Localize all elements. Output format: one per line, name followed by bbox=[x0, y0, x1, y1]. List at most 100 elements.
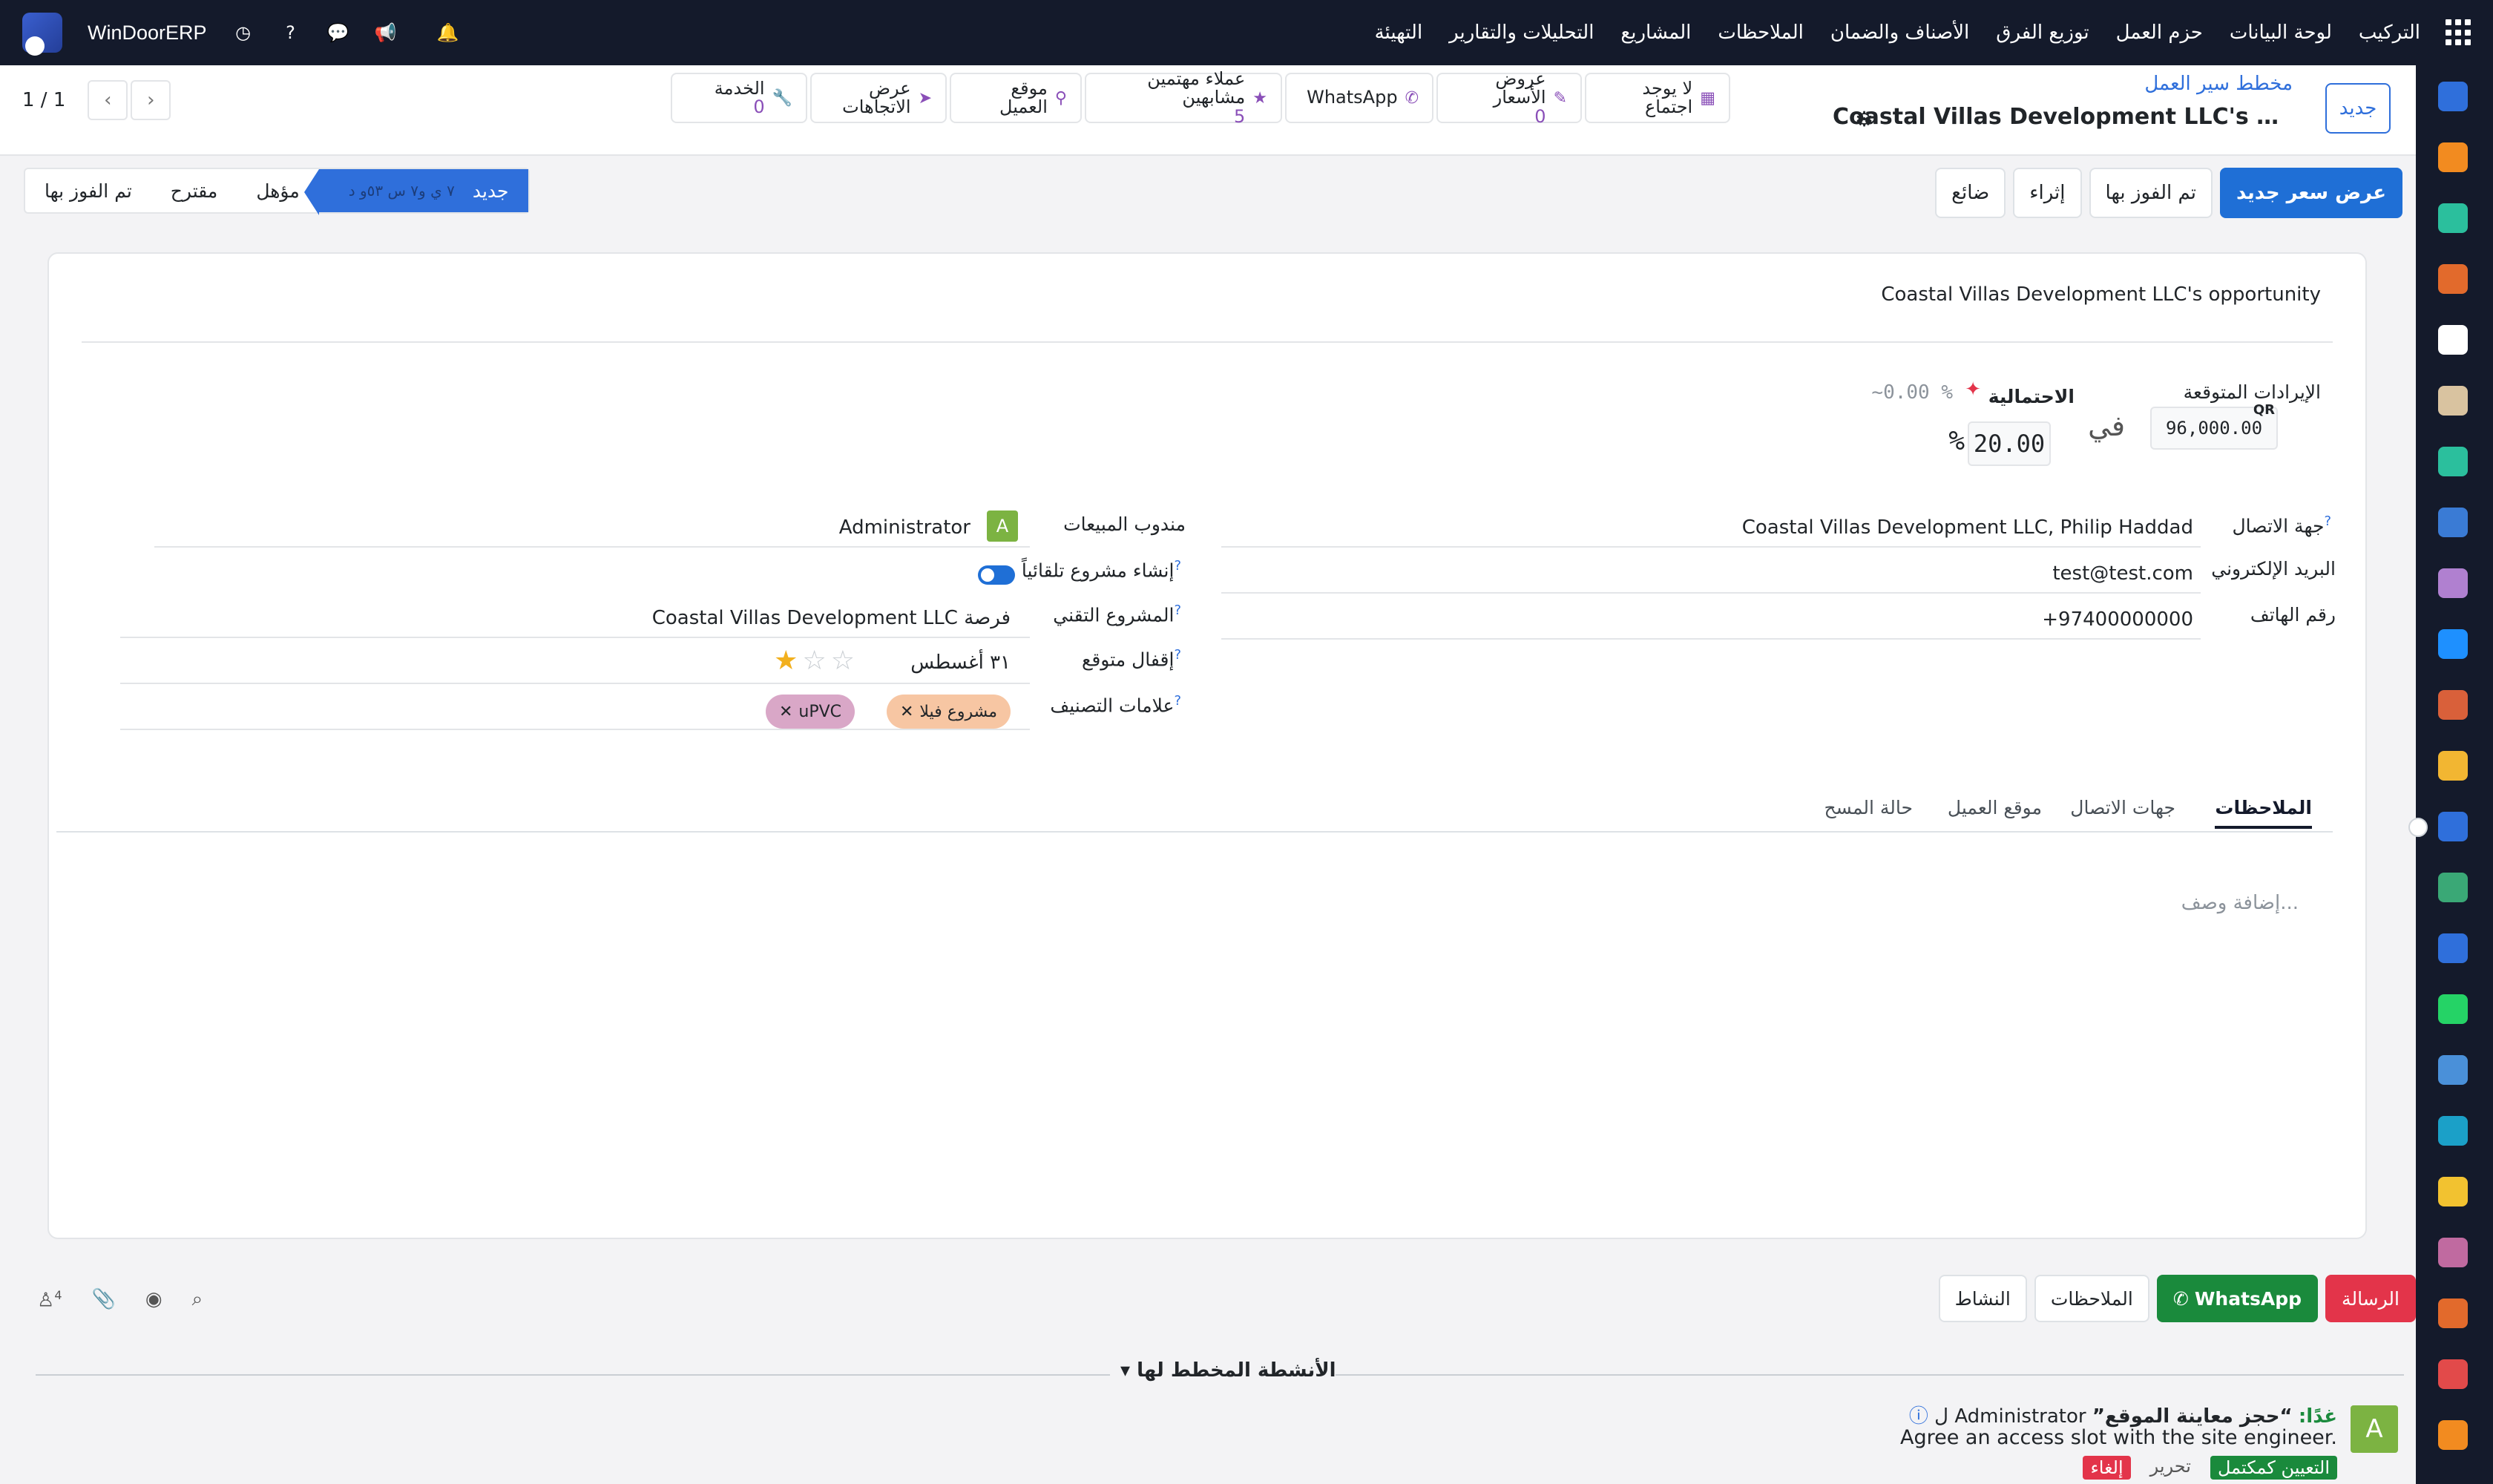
pager-value[interactable]: 1 / 1 bbox=[22, 89, 65, 111]
app-launcher-icon[interactable] bbox=[2438, 812, 2468, 841]
app-launcher-icon[interactable] bbox=[2438, 933, 2468, 963]
info-icon[interactable]: ⓘ bbox=[1909, 1405, 1928, 1428]
chevron-right-icon[interactable]: › bbox=[131, 80, 171, 120]
help-icon[interactable]: ? bbox=[1174, 603, 1181, 618]
app-launcher-icon[interactable] bbox=[2438, 203, 2468, 233]
help-icon[interactable]: ? bbox=[1174, 647, 1181, 663]
company-logo[interactable] bbox=[22, 13, 62, 56]
followers-icon[interactable]: ♙4 bbox=[37, 1288, 62, 1312]
menu-item-items-warranty[interactable]: الأصناف والضمان bbox=[1830, 22, 1969, 44]
email-value[interactable]: test@test.com bbox=[2052, 562, 2193, 585]
tag-villa-project[interactable]: ✕ مشروع فيلا bbox=[886, 695, 1011, 729]
whatsapp-button[interactable]: ✆ WhatsApp bbox=[2156, 1275, 2319, 1322]
app-launcher-icon[interactable] bbox=[2438, 1238, 2468, 1267]
tab-contacts[interactable]: جهات الاتصال bbox=[2070, 797, 2175, 818]
cancel-activity-button[interactable]: إلغاء bbox=[2083, 1456, 2131, 1480]
expected-close-value[interactable]: ٣١ أغسطس bbox=[910, 651, 1011, 674]
help-icon[interactable]: ? bbox=[2324, 513, 2331, 529]
service-smart-button[interactable]: 🔧 الخدمة 0 bbox=[671, 73, 807, 123]
probability-field[interactable]: 20.00 bbox=[1968, 421, 2051, 466]
app-launcher-icon[interactable] bbox=[2438, 1055, 2468, 1085]
menu-item-work-packages[interactable]: حزم العمل bbox=[2116, 22, 2203, 44]
sidebar-collapse-handle[interactable] bbox=[2408, 818, 2428, 837]
search-icon[interactable]: ⌕ bbox=[192, 1288, 203, 1312]
planned-activities-toggle[interactable]: ▾ الأنشطة المخطط لها bbox=[1120, 1359, 1336, 1382]
customer-location-smart-button[interactable]: ⚲ موقع العميل bbox=[950, 73, 1082, 123]
help-icon[interactable]: ? bbox=[1174, 693, 1181, 709]
app-launcher-icon[interactable] bbox=[2438, 82, 2468, 111]
menu-item-analytics[interactable]: التحليلات والتقارير bbox=[1449, 22, 1594, 44]
menu-item-configuration[interactable]: التهيئة bbox=[1375, 22, 1423, 44]
chat-icon[interactable]: 💬 bbox=[327, 22, 349, 44]
phone-value[interactable]: +97400000000 bbox=[2042, 608, 2193, 631]
description-input[interactable]: إضافة وصف... bbox=[2181, 892, 2299, 914]
app-launcher-icon[interactable] bbox=[2438, 873, 2468, 902]
star-empty-icon[interactable]: ☆ bbox=[831, 646, 859, 676]
app-launcher-icon[interactable] bbox=[2438, 447, 2468, 476]
similar-leads-smart-button[interactable]: ★ عملاء مهتمين مشابهين 5 bbox=[1085, 70, 1282, 125]
whatsapp-smart-button[interactable]: ✆ WhatsApp bbox=[1285, 73, 1433, 123]
enrich-button[interactable]: إثراء bbox=[2013, 168, 2082, 218]
tag-remove-icon[interactable]: ✕ bbox=[779, 703, 792, 721]
star-empty-icon[interactable]: ☆ bbox=[802, 646, 830, 676]
menu-item-installation[interactable]: التركيب bbox=[2359, 22, 2420, 44]
eye-icon[interactable]: ◉ bbox=[145, 1288, 162, 1312]
app-launcher-icon[interactable] bbox=[2438, 325, 2468, 355]
new-quotation-button[interactable]: عرض سعر جديد bbox=[2220, 168, 2402, 218]
brand-name[interactable]: WinDoorERP bbox=[88, 22, 207, 45]
menu-item-dashboard[interactable]: لوحة البيانات bbox=[2230, 22, 2332, 44]
app-launcher-icon[interactable] bbox=[2438, 1359, 2468, 1389]
mark-won-button[interactable]: تم الفوز بها bbox=[2089, 168, 2213, 218]
app-launcher-icon[interactable] bbox=[2438, 568, 2468, 598]
quotations-smart-button[interactable]: ✎ عروض الأسعار 0 bbox=[1436, 70, 1582, 125]
activity-button[interactable]: النشاط bbox=[1938, 1275, 2027, 1322]
megaphone-icon[interactable]: 📢 bbox=[375, 22, 397, 44]
apps-grid-icon[interactable] bbox=[2446, 19, 2472, 46]
chevron-left-icon[interactable]: ‹ bbox=[88, 80, 128, 120]
meeting-smart-button[interactable]: ▦ لا يوجد اجتماع bbox=[1585, 73, 1730, 123]
directions-smart-button[interactable]: ➤ عرض الاتجاهات bbox=[810, 73, 947, 123]
stage-new[interactable]: ٧ ي و٧ س ٥٣و د جديد bbox=[303, 169, 528, 215]
stage-proposition[interactable]: مقترح bbox=[151, 169, 237, 212]
clock-icon[interactable]: ◷ bbox=[232, 22, 254, 44]
tag-remove-icon[interactable]: ✕ bbox=[900, 703, 913, 721]
new-record-button[interactable]: جديد bbox=[2325, 83, 2391, 134]
menu-item-notes[interactable]: الملاحظات bbox=[1718, 22, 1804, 44]
paperclip-icon[interactable]: 📎 bbox=[92, 1288, 116, 1312]
gear-icon[interactable]: ⚙ bbox=[1855, 107, 1873, 131]
edit-activity-button[interactable]: تحرير bbox=[2150, 1456, 2191, 1480]
opportunity-name-field[interactable]: Coastal Villas Development LLC's opportu… bbox=[1881, 283, 2321, 306]
tab-notes[interactable]: الملاحظات bbox=[2215, 797, 2312, 829]
tag-upvc[interactable]: ✕ uPVC bbox=[765, 695, 855, 729]
auto-project-toggle[interactable] bbox=[978, 565, 1015, 585]
app-launcher-icon[interactable] bbox=[2438, 1298, 2468, 1328]
app-launcher-icon[interactable] bbox=[2438, 508, 2468, 537]
contact-value[interactable]: Coastal Villas Development LLC, Philip H… bbox=[1742, 516, 2193, 539]
star-filled-icon[interactable]: ★ bbox=[774, 646, 802, 676]
help-icon[interactable]: ? bbox=[280, 22, 302, 44]
app-launcher-icon[interactable] bbox=[2438, 751, 2468, 781]
app-launcher-icon[interactable] bbox=[2438, 690, 2468, 720]
menu-item-team-distribution[interactable]: توزيع الفرق bbox=[1996, 22, 2089, 44]
salesperson-value[interactable]: Administrator bbox=[839, 516, 970, 539]
mark-done-button[interactable]: التعيين كمكتمل bbox=[2210, 1456, 2337, 1480]
log-note-button[interactable]: الملاحظات bbox=[2034, 1275, 2149, 1322]
stage-won[interactable]: تم الفوز بها bbox=[25, 169, 151, 212]
app-launcher-icon[interactable] bbox=[2438, 386, 2468, 416]
app-launcher-icon[interactable] bbox=[2438, 142, 2468, 172]
tab-customer-location[interactable]: موقع العميل bbox=[1948, 797, 2042, 818]
app-launcher-icon[interactable] bbox=[2438, 1116, 2468, 1146]
help-icon[interactable]: ? bbox=[1174, 558, 1181, 574]
app-launcher-icon[interactable] bbox=[2438, 994, 2468, 1024]
tab-survey-status[interactable]: حالة المسح bbox=[1824, 797, 1914, 818]
app-launcher-icon[interactable] bbox=[2438, 1177, 2468, 1206]
mark-lost-button[interactable]: ضائع bbox=[1935, 168, 2006, 218]
ai-probability-icon[interactable]: ✦ bbox=[1965, 378, 1981, 401]
app-launcher-icon[interactable] bbox=[2438, 264, 2468, 294]
priority-stars[interactable]: ★☆☆ bbox=[774, 646, 859, 676]
menu-item-projects[interactable]: المشاريع bbox=[1620, 22, 1691, 44]
tech-project-value[interactable]: فرصة Coastal Villas Development LLC bbox=[652, 607, 1011, 629]
send-message-button[interactable]: الرسالة bbox=[2325, 1275, 2416, 1322]
breadcrumb-parent[interactable]: مخطط سير العمل bbox=[2144, 73, 2293, 95]
bell-icon[interactable]: 🔔 bbox=[437, 22, 459, 44]
